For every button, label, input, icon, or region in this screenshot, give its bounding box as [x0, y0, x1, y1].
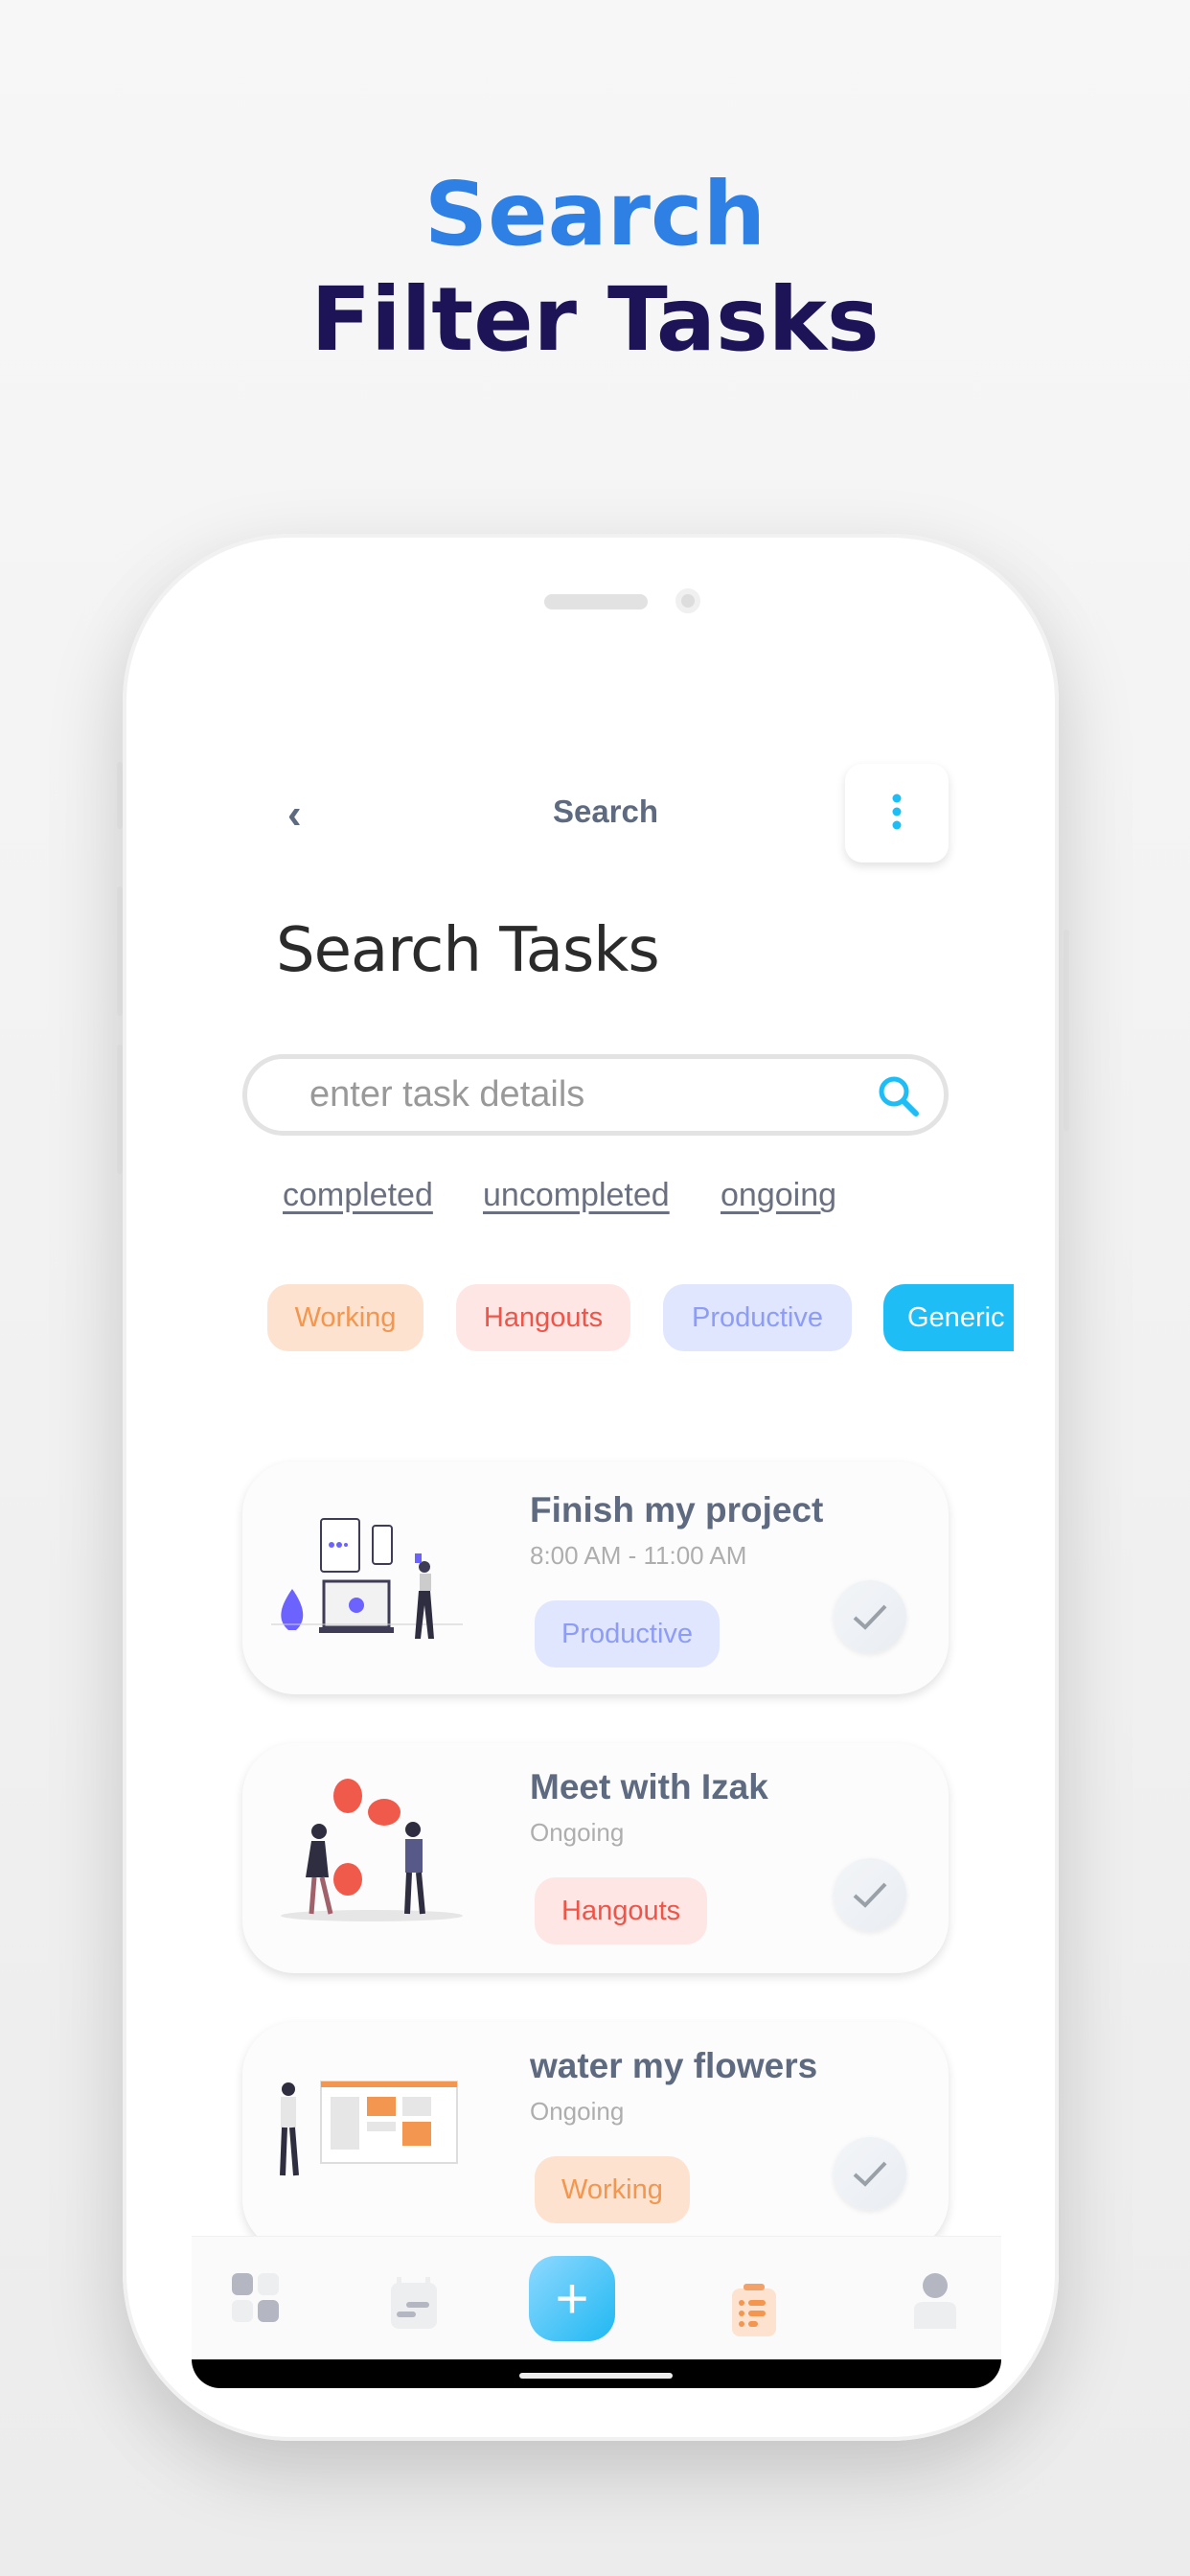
task-status: Ongoing	[530, 1818, 625, 1847]
task-list[interactable]: Finish my project 8:00 AM - 11:00 AM Pro…	[192, 1438, 1001, 2236]
chip-working[interactable]: Working	[267, 1284, 423, 1351]
tasks-clipboard-icon[interactable]	[732, 2284, 776, 2337]
search-icon[interactable]	[875, 1072, 923, 1120]
chevron-left-icon: ‹	[287, 791, 302, 838]
dashboard-icon[interactable]	[232, 2273, 280, 2323]
task-title: water my flowers	[530, 2046, 818, 2085]
complete-task-button[interactable]	[834, 1858, 906, 1931]
header-title: Search	[552, 794, 659, 829]
filter-uncompleted[interactable]: uncompleted	[483, 1177, 670, 1214]
task-status: Ongoing	[530, 2097, 625, 2126]
task-tag: Productive	[535, 1600, 721, 1668]
add-task-button[interactable]: +	[529, 2256, 615, 2341]
promo-subheadline: Filter Tasks	[310, 268, 880, 371]
task-card[interactable]: Finish my project 8:00 AM - 11:00 AM Pro…	[242, 1461, 949, 1694]
calendar-icon[interactable]	[389, 2277, 439, 2331]
profile-icon[interactable]	[912, 2273, 958, 2333]
chip-hangouts[interactable]: Hangouts	[456, 1284, 630, 1351]
promo-headline: Search	[423, 163, 767, 265]
phone-speaker	[544, 594, 648, 610]
task-card[interactable]: Meet with Izak Ongoing Hangouts	[242, 1743, 949, 1973]
task-tag: Working	[535, 2156, 690, 2223]
project-illustration	[271, 1518, 463, 1639]
phone-camera	[675, 588, 700, 613]
task-title: Meet with Izak	[530, 1767, 768, 1806]
add-icon: +	[555, 2266, 589, 2331]
phone-power-button	[1064, 930, 1069, 1131]
home-indicator[interactable]	[519, 2373, 673, 2379]
more-options-button[interactable]	[845, 764, 949, 862]
hangout-illustration	[281, 1779, 463, 1921]
filter-completed[interactable]: completed	[283, 1177, 433, 1214]
complete-task-button[interactable]	[834, 1580, 906, 1653]
task-card[interactable]: water my flowers Ongoing Working	[242, 2022, 949, 2236]
more-vertical-icon	[892, 794, 902, 830]
task-time: 8:00 AM - 11:00 AM	[530, 1541, 747, 1570]
check-icon	[853, 1604, 887, 1630]
search-input[interactable]: enter task details	[242, 1054, 949, 1136]
flowers-illustration	[280, 2081, 458, 2176]
chip-productive[interactable]: Productive	[663, 1284, 852, 1351]
chip-generic[interactable]: Generic	[883, 1284, 1014, 1351]
filter-ongoing[interactable]: ongoing	[721, 1177, 836, 1214]
task-title: Finish my project	[530, 1490, 824, 1530]
category-chip-row[interactable]: Working Hangouts Productive Generic	[192, 1275, 1014, 1366]
page-title: Search Tasks	[276, 915, 660, 986]
back-button[interactable]: ‹	[287, 791, 302, 839]
complete-task-button[interactable]	[834, 2137, 906, 2210]
check-icon	[853, 1882, 887, 1908]
search-placeholder: enter task details	[309, 1074, 585, 1115]
task-tag: Hangouts	[535, 1877, 708, 1944]
check-icon	[853, 2161, 887, 2187]
